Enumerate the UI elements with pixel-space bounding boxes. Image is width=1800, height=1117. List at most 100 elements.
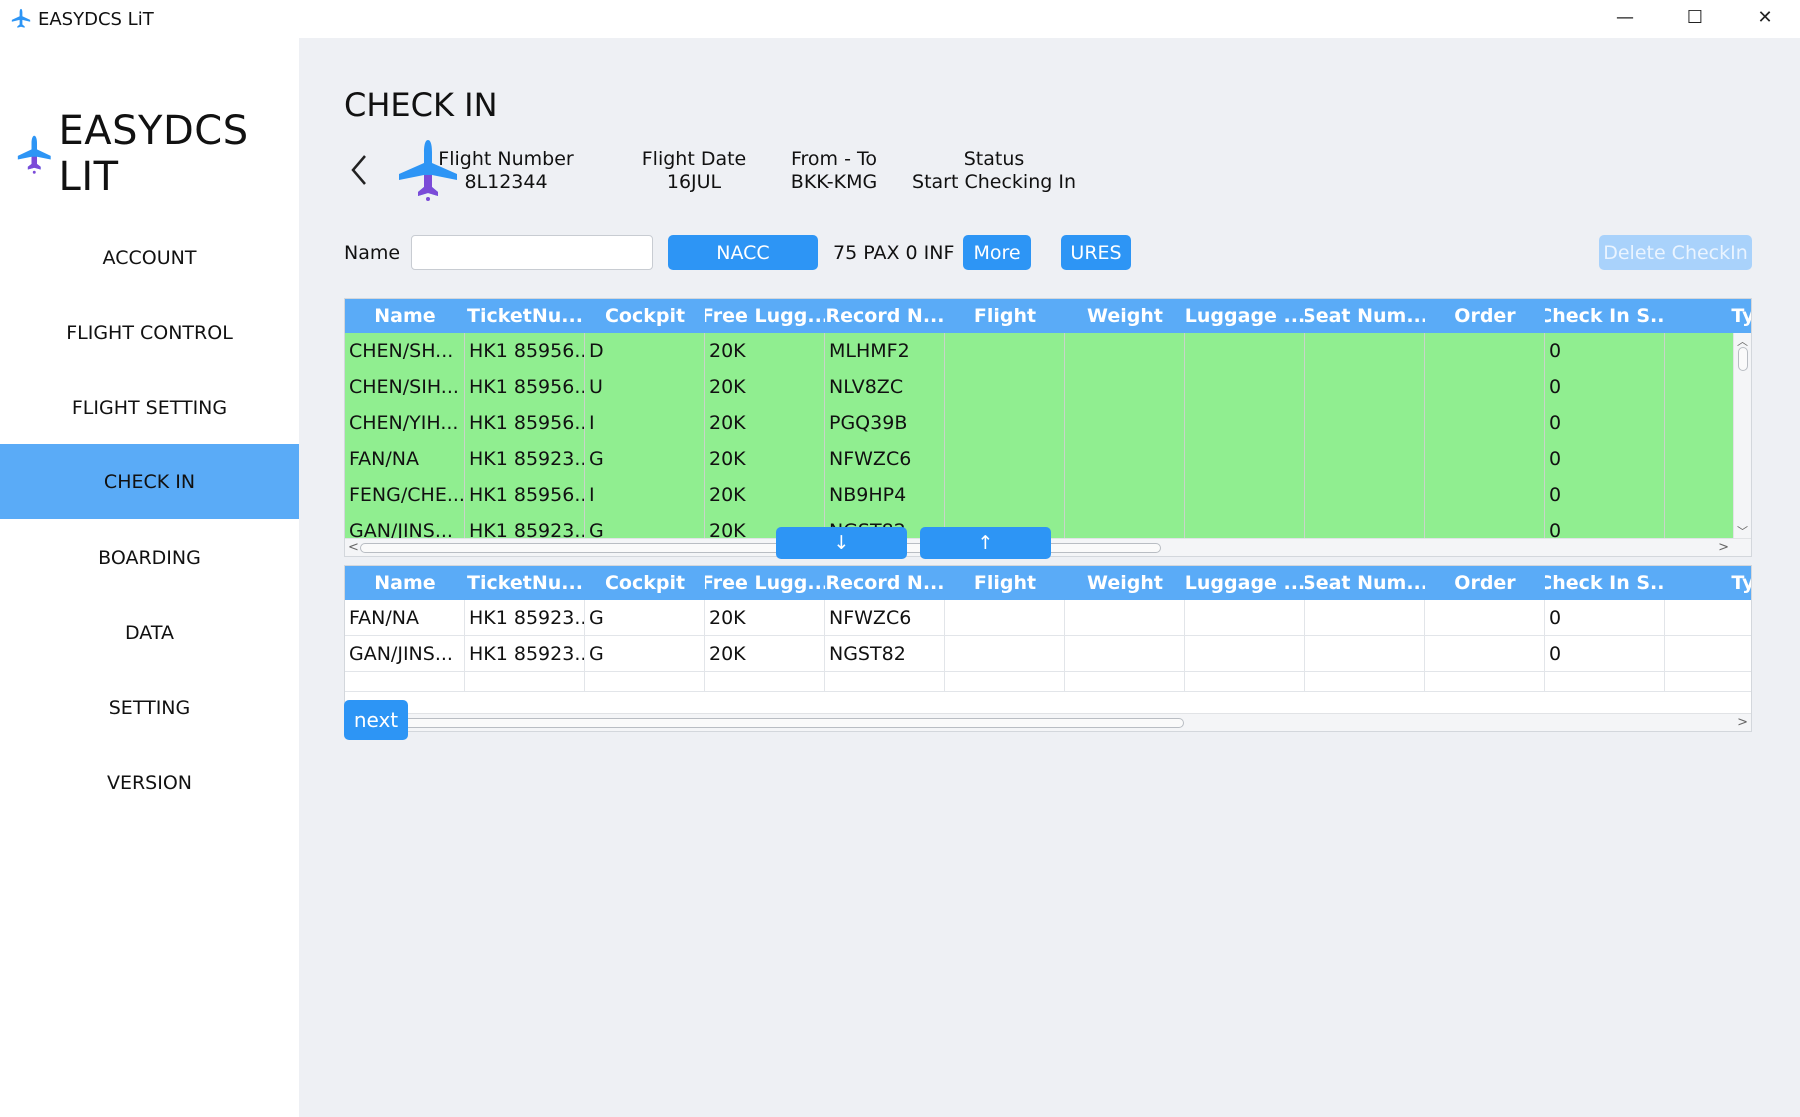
scroll-right-arrow-icon[interactable]: >: [1718, 539, 1729, 556]
table-row[interactable]: CHEN/SIH... HK1 85956... U 20K NLV8ZC 0: [345, 369, 1751, 405]
table-cell: [465, 672, 585, 691]
selected-passenger-table: Name TicketNu... Cockpit Free Lugg... Record…: [344, 565, 1752, 732]
vertical-scroll-thumb[interactable]: [1738, 347, 1748, 371]
scroll-left-arrow-icon[interactable]: <: [348, 539, 359, 556]
column-header[interactable]: Flight: [945, 299, 1065, 333]
delete-checkin-button[interactable]: Delete CheckIn: [1599, 235, 1752, 270]
column-header[interactable]: Order: [1425, 299, 1545, 333]
table-row[interactable]: CHEN/SH... HK1 85956... D 20K MLHMF2 0: [345, 333, 1751, 369]
table-row[interactable]: FAN/NA HK1 85923... G 20K NFWZC6 0: [345, 441, 1751, 477]
table-cell: I: [585, 477, 705, 513]
sidebar-item-data[interactable]: DATA: [0, 595, 299, 670]
logo: EASYDCS LIT: [16, 108, 299, 200]
table-cell: [1425, 477, 1545, 513]
table-cell: FAN/NA: [345, 600, 465, 635]
column-header[interactable]: Order: [1425, 566, 1545, 600]
table-cell: CHEN/SIH...: [345, 369, 465, 405]
horizontal-scrollbar[interactable]: < >: [345, 713, 1751, 731]
table-row[interactable]: CHEN/YIH... HK1 85956... I 20K PGQ39B 0: [345, 405, 1751, 441]
move-up-button[interactable]: ↑: [920, 527, 1051, 559]
table-row[interactable]: GAN/JINS...HK1 85923...G20KNGST82 0: [345, 636, 1751, 672]
table-cell: [1425, 441, 1545, 477]
column-header[interactable]: Type: [1665, 566, 1751, 600]
table-cell: [1065, 441, 1185, 477]
column-header[interactable]: Check In S...: [1545, 566, 1665, 600]
column-header[interactable]: Name: [345, 566, 465, 600]
table-cell: [1065, 477, 1185, 513]
column-header[interactable]: Weight: [1065, 566, 1185, 600]
column-header[interactable]: Weight: [1065, 299, 1185, 333]
column-header[interactable]: Cockpit: [585, 299, 705, 333]
table-cell: [1305, 672, 1425, 691]
table-cell: [1425, 405, 1545, 441]
column-header[interactable]: Name: [345, 299, 465, 333]
sidebar-item-version[interactable]: VERSION: [0, 745, 299, 820]
table-cell: 20K: [705, 369, 825, 405]
column-header[interactable]: Cockpit: [585, 566, 705, 600]
sidebar-item-flight-control[interactable]: FLIGHT CONTROL: [0, 295, 299, 370]
column-header[interactable]: Luggage ...: [1185, 299, 1305, 333]
sidebar-item-account[interactable]: ACCOUNT: [0, 220, 299, 295]
table-cell: NFWZC6: [825, 600, 945, 635]
move-down-button[interactable]: ↓: [776, 527, 907, 559]
column-header[interactable]: Free Lugg...: [705, 299, 825, 333]
column-header[interactable]: Luggage ...: [1185, 566, 1305, 600]
maximize-button[interactable]: ☐: [1660, 0, 1730, 34]
table-cell: 20K: [705, 441, 825, 477]
table-cell: NLV8ZC: [825, 369, 945, 405]
table-cell: 0: [1545, 369, 1665, 405]
more-button[interactable]: More: [963, 235, 1031, 270]
name-search-input[interactable]: [411, 235, 653, 270]
nacc-button[interactable]: NACC: [668, 235, 818, 270]
column-header[interactable]: Free Lugg...: [705, 566, 825, 600]
table-cell: [945, 477, 1065, 513]
flight-date-value: 16JUL: [666, 171, 722, 193]
table-cell: [1065, 369, 1185, 405]
sidebar-item-boarding[interactable]: BOARDING: [0, 520, 299, 595]
back-arrow-icon[interactable]: [345, 150, 375, 190]
minimize-button[interactable]: —: [1590, 0, 1660, 34]
scroll-down-arrow-icon[interactable]: ﹀: [1737, 523, 1748, 539]
table-cell: 20K: [705, 636, 825, 671]
table-cell: [1425, 636, 1545, 671]
table-cell: 20K: [705, 333, 825, 369]
table-cell: 0: [1545, 600, 1665, 635]
sidebar: EASYDCS LIT ACCOUNT FLIGHT CONTROL FLIGH…: [0, 38, 299, 1117]
table-cell: U: [585, 369, 705, 405]
column-header[interactable]: TicketNu...: [465, 566, 585, 600]
column-header[interactable]: Seat Num...: [1305, 566, 1425, 600]
empty-table-row: [345, 672, 1751, 692]
table-cell: MLHMF2: [825, 333, 945, 369]
table-cell: [1425, 333, 1545, 369]
sidebar-item-check-in[interactable]: CHECK IN: [0, 444, 299, 519]
table-cell: [1425, 672, 1545, 691]
table-cell: [1065, 600, 1185, 635]
column-header[interactable]: Seat Num...: [1305, 299, 1425, 333]
column-header[interactable]: Record N...: [825, 566, 945, 600]
horizontal-scroll-thumb[interactable]: [360, 718, 1184, 728]
close-button[interactable]: ✕: [1730, 0, 1800, 34]
table-cell: FAN/NA: [345, 441, 465, 477]
column-header[interactable]: Flight: [945, 566, 1065, 600]
column-header[interactable]: Check In S...: [1545, 299, 1665, 333]
sidebar-item-flight-setting[interactable]: FLIGHT SETTING: [0, 370, 299, 445]
column-header[interactable]: Record N...: [825, 299, 945, 333]
column-header[interactable]: Type: [1665, 299, 1751, 333]
sidebar-item-setting[interactable]: SETTING: [0, 670, 299, 745]
column-header[interactable]: TicketNu...: [465, 299, 585, 333]
table-cell: [1185, 405, 1305, 441]
scroll-right-arrow-icon[interactable]: >: [1737, 714, 1748, 731]
table-cell: GAN/JINS...: [345, 636, 465, 671]
flight-date-info: Flight Date 16JUL: [629, 148, 759, 194]
vertical-scrollbar[interactable]: ︿ ﹀: [1733, 333, 1751, 539]
table-body: CHEN/SH... HK1 85956... D 20K MLHMF2 0 CHEN/SI…: [345, 333, 1751, 556]
table-header: Name TicketNu... Cockpit Free Lugg... Record…: [345, 299, 1751, 333]
ures-button[interactable]: URES: [1061, 235, 1131, 270]
table-header: Name TicketNu... Cockpit Free Lugg... Record…: [345, 566, 1751, 600]
table-row[interactable]: FENG/CHE... HK1 85956... I 20K NB9HP4 0: [345, 477, 1751, 513]
table-cell: [1305, 600, 1425, 635]
table-cell: [1305, 333, 1425, 369]
next-button[interactable]: next: [344, 700, 408, 740]
table-cell: 0: [1545, 636, 1665, 671]
table-row[interactable]: FAN/NA HK1 85923... G 20K NFWZC6 0: [345, 600, 1751, 636]
